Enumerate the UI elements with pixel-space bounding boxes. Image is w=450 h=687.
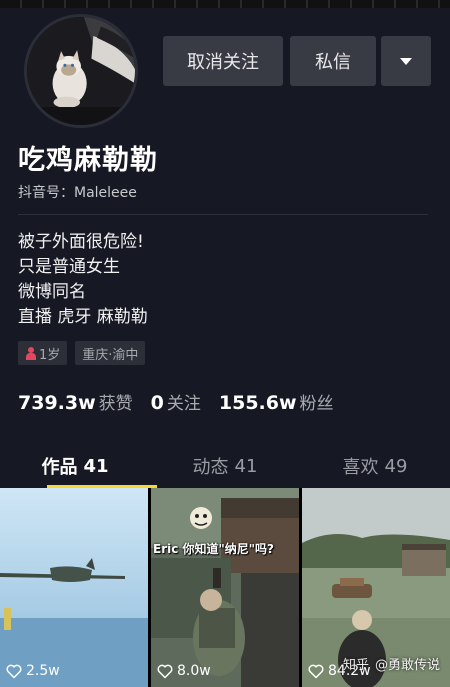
divider <box>18 214 428 215</box>
triangle-down-icon <box>400 57 412 65</box>
bio: 被子外面很危险! 只是普通女生 微博同名 直播 虎牙 麻勒勒 <box>18 230 148 330</box>
stat-number: 739.3w <box>18 392 96 414</box>
followers-stat[interactable]: 155.6w 粉丝 <box>219 389 334 414</box>
video-thumbnail[interactable]: Eric 你知道"纳尼"吗? 8.0w <box>151 488 299 687</box>
stat-label: 关注 <box>166 394 201 414</box>
more-button[interactable] <box>381 36 431 86</box>
tab-count: 41 <box>234 455 258 477</box>
female-icon <box>25 346 36 360</box>
location-tag: 重庆·渝中 <box>75 341 146 365</box>
age-tag: 1岁 <box>18 341 68 365</box>
heart-icon <box>157 664 173 679</box>
watermark-author: @勇敢传说 <box>374 658 440 673</box>
likes-count: 2.5w <box>26 663 60 679</box>
watermark: 知乎 @勇敢传说 <box>343 654 440 673</box>
tab-label: 动态 <box>192 457 229 478</box>
heart-icon <box>308 664 324 679</box>
unfollow-button[interactable]: 取消关注 <box>163 36 283 86</box>
message-button[interactable]: 私信 <box>290 36 376 86</box>
bio-line: 只是普通女生 <box>18 257 120 277</box>
content-tabs: 作品 41 动态 41 喜欢 49 <box>0 444 450 488</box>
stat-number: 0 <box>150 392 164 414</box>
tab-label: 喜欢 <box>342 457 379 478</box>
tab-posts[interactable]: 动态 41 <box>150 444 300 488</box>
soldier-thumbnail-image <box>151 488 299 687</box>
stats-row: 739.3w 获赞 0 关注 155.6w 粉丝 <box>18 389 352 414</box>
stat-label: 获赞 <box>98 394 133 414</box>
bio-line: 微博同名 <box>18 282 86 302</box>
stat-label: 粉丝 <box>299 394 334 414</box>
avatar-image <box>27 17 135 125</box>
tab-label: 作品 <box>41 457 78 478</box>
douyin-id: 抖音号：Maleleee <box>18 185 137 201</box>
profile-tags: 1岁 重庆·渝中 <box>18 341 146 365</box>
tab-count: 41 <box>83 455 109 477</box>
profile-name: 吃鸡麻勒勒 <box>18 145 158 176</box>
video-likes: 2.5w <box>6 663 60 679</box>
plane-thumbnail-image <box>0 488 148 687</box>
video-likes: 8.0w <box>157 663 211 679</box>
likes-count: 8.0w <box>177 663 211 679</box>
tab-likes[interactable]: 喜欢 49 <box>300 444 450 488</box>
avatar[interactable] <box>24 14 138 128</box>
video-caption: Eric 你知道"纳尼"吗? <box>153 542 274 556</box>
location-label: 重庆·渝中 <box>82 347 139 363</box>
profile-header: 取消关注 私信 吃鸡麻勒勒 抖音号：Maleleee 被子外面很危险! 只是普通… <box>0 8 450 488</box>
bio-line: 被子外面很危险! <box>18 232 144 252</box>
video-thumbnail[interactable]: 2.5w <box>0 488 148 687</box>
stat-number: 155.6w <box>218 392 297 414</box>
watermark-source: 知乎 <box>342 658 369 673</box>
likes-stat: 739.3w 获赞 <box>18 389 133 414</box>
age-label: 1岁 <box>39 347 61 363</box>
tab-count: 49 <box>384 455 408 477</box>
status-strip <box>0 0 450 8</box>
tab-works[interactable]: 作品 41 <box>0 444 157 488</box>
heart-icon <box>6 664 22 679</box>
following-stat[interactable]: 0 关注 <box>151 389 201 414</box>
bio-line: 直播 虎牙 麻勒勒 <box>18 307 148 327</box>
